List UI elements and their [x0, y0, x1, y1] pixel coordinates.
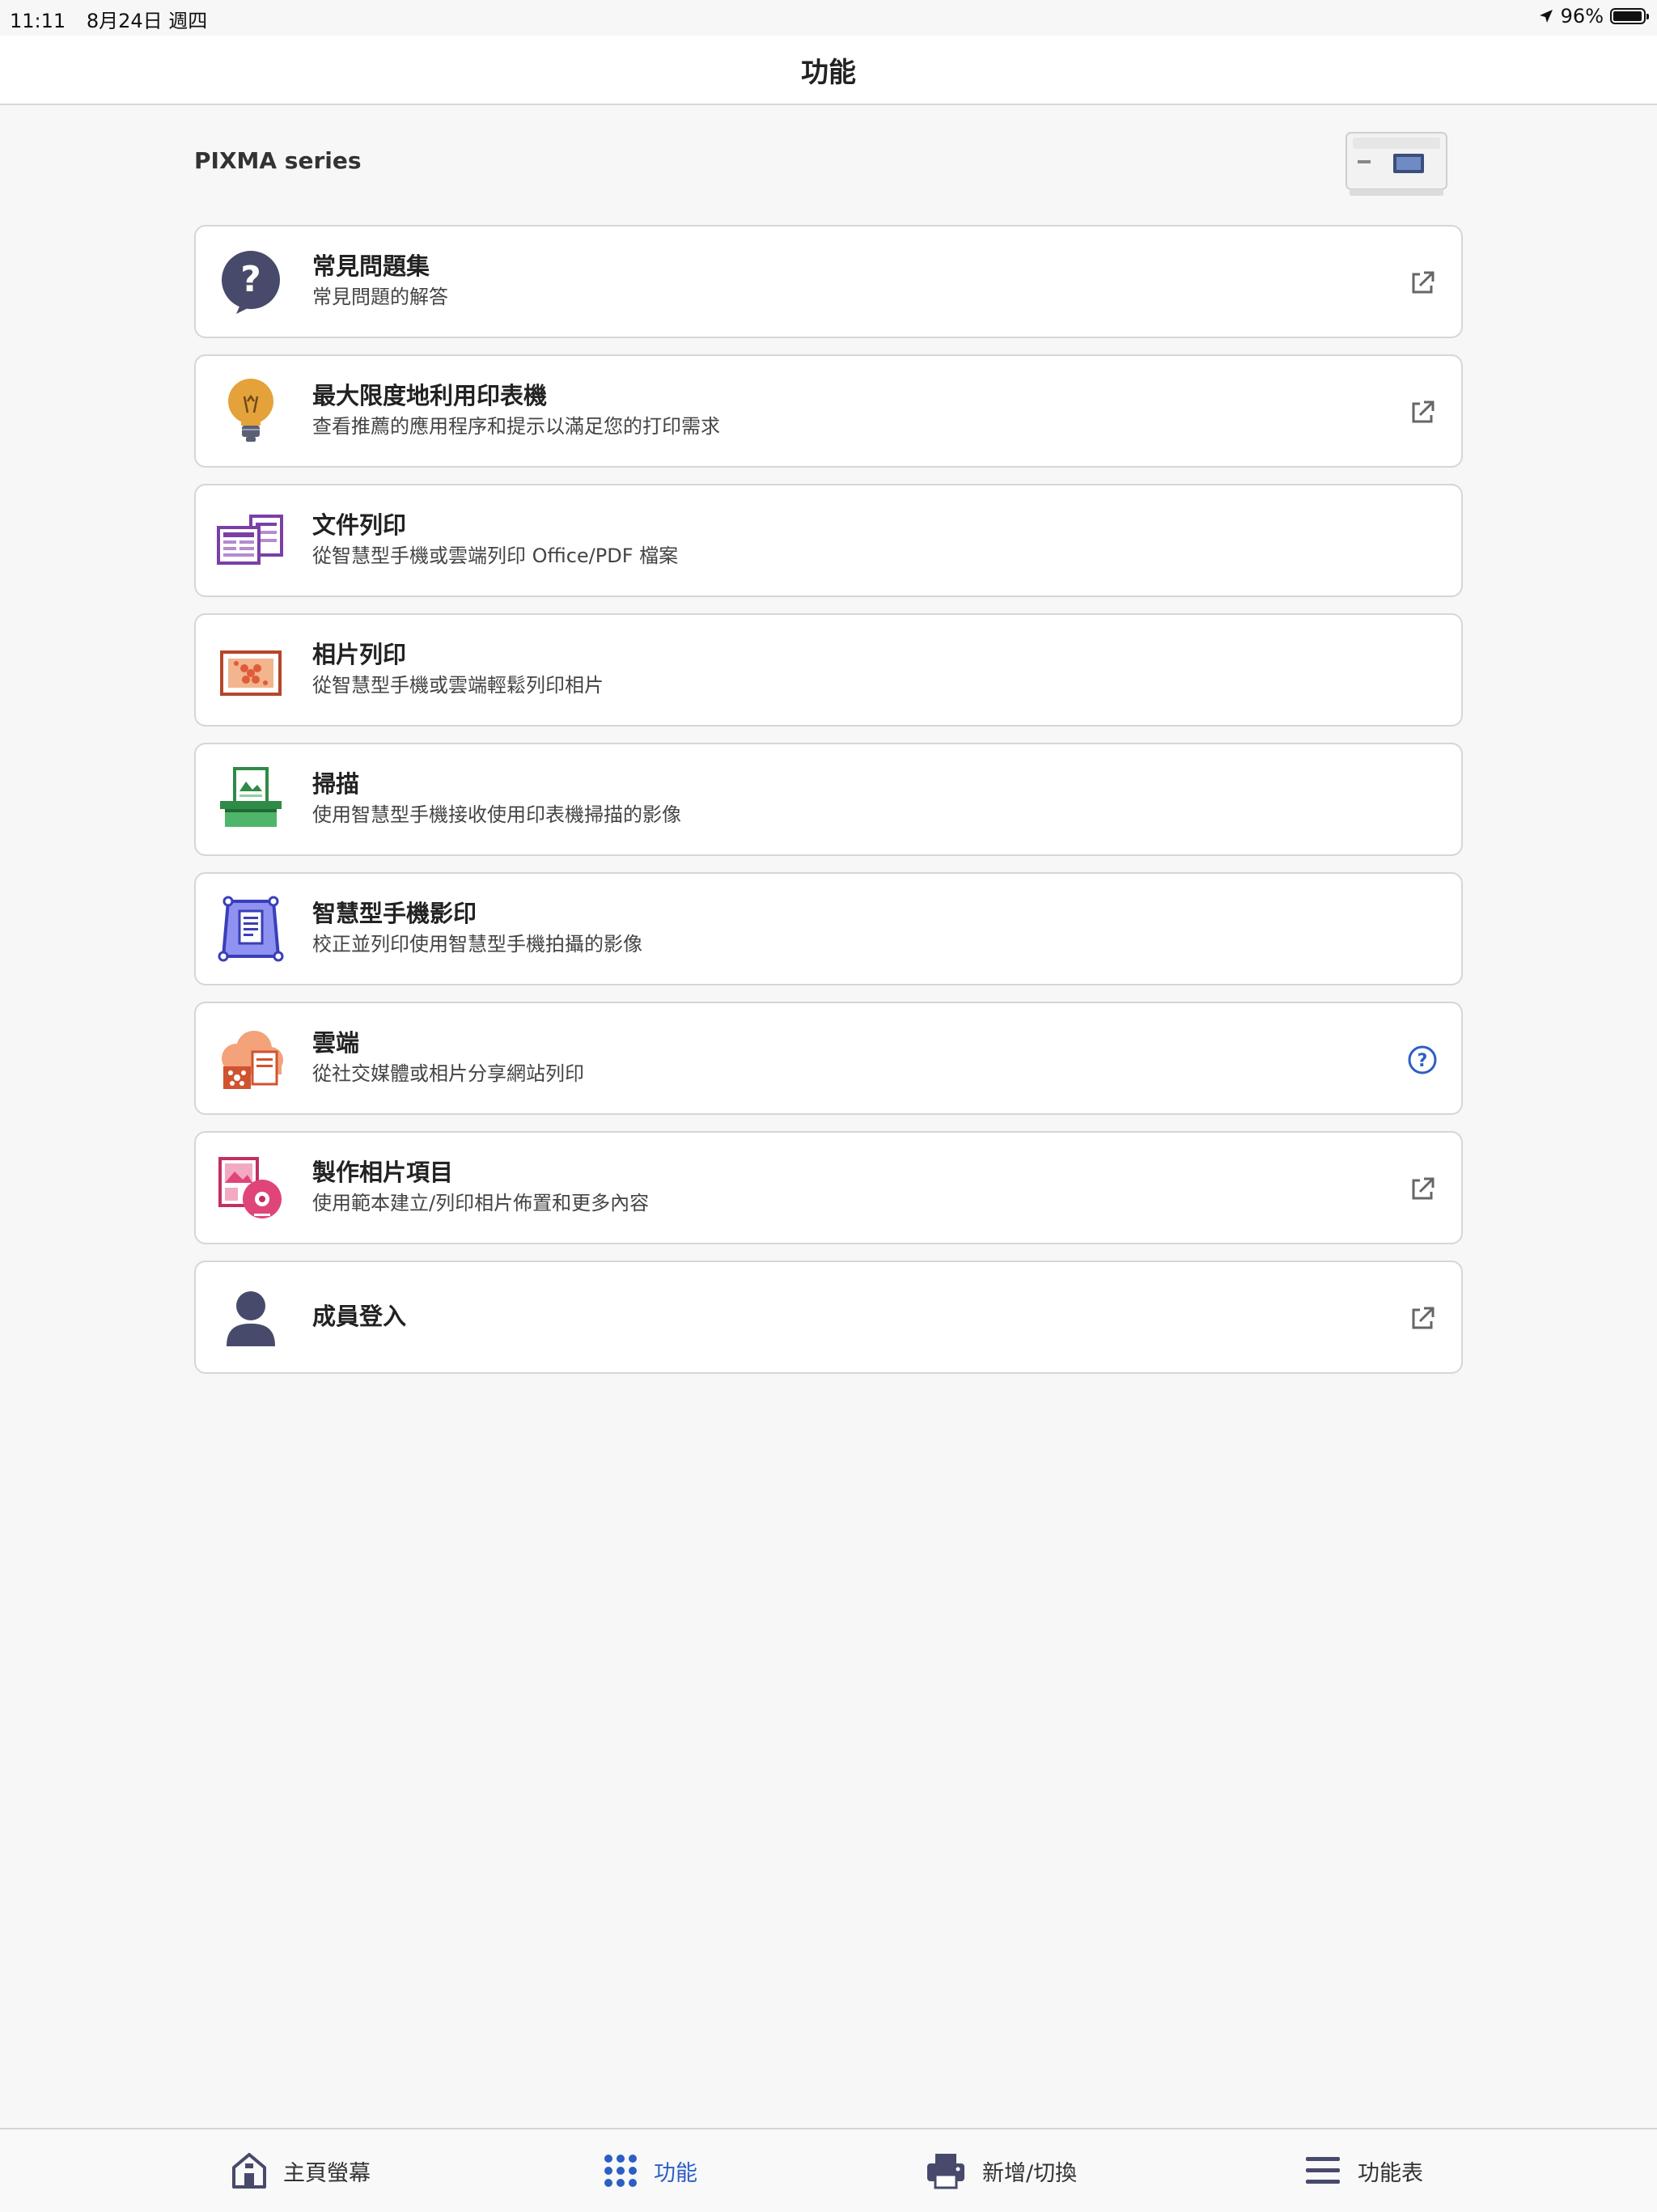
member-login-item[interactable]: 成員登入	[194, 1261, 1463, 1374]
help-icon[interactable]: ?	[1406, 1044, 1439, 1076]
faq-item[interactable]: ? 常見問題集 常見問題的解答	[194, 225, 1463, 338]
location-arrow-icon	[1539, 10, 1553, 23]
photo-project-texts: 製作相片項目 使用範本建立/列印相片佈置和更多內容	[312, 1157, 1348, 1217]
printer-tips-texts: 最大限度地利用印表機 查看推薦的應用程序和提示以滿足您的打印需求	[312, 380, 1348, 440]
photo-print-texts: 相片列印 從智慧型手機或雲端輕鬆列印相片	[312, 639, 1348, 699]
document-print-texts: 文件列印 從智慧型手機或雲端列印 Office/PDF 檔案	[312, 510, 1348, 570]
external-link-icon[interactable]	[1406, 396, 1439, 429]
status-right: 96%	[1538, 5, 1649, 28]
battery-icon	[1610, 8, 1649, 24]
smartphone-copy-texts: 智慧型手機影印 校正並列印使用智慧型手機拍攝的影像	[312, 898, 1348, 958]
status-time: 11:11	[10, 10, 66, 32]
printer-icon	[927, 2154, 964, 2189]
smartphone-copy-title: 智慧型手機影印	[312, 900, 477, 927]
menu-icon	[1306, 2157, 1340, 2184]
cloud-texts: 雲端 從社交媒體或相片分享網站列印	[312, 1028, 1348, 1087]
document-print-icon	[217, 515, 283, 565]
external-link-icon[interactable]	[1406, 1303, 1439, 1335]
tab-functions-label: 功能	[654, 2160, 697, 2186]
printer-tips-title: 最大限度地利用印表機	[312, 382, 548, 409]
member-login-texts: 成員登入	[312, 1301, 1348, 1332]
printer-name: PIXMA series	[194, 147, 362, 174]
svg-text:?: ?	[1418, 1051, 1428, 1071]
smartphone-copy-item[interactable]: 智慧型手機影印 校正並列印使用智慧型手機拍攝的影像	[194, 872, 1463, 985]
scan-subtitle: 使用智慧型手機接收使用印表機掃描的影像	[312, 803, 681, 826]
tab-home[interactable]: 主頁螢幕	[231, 2151, 371, 2191]
cloud-item[interactable]: 雲端 從社交媒體或相片分享網站列印 ?	[194, 1002, 1463, 1115]
navigation-bar: 功能	[0, 36, 1657, 105]
photo-project-subtitle: 使用範本建立/列印相片佈置和更多內容	[312, 1192, 650, 1214]
faq-texts: 常見問題集 常見問題的解答	[312, 251, 1348, 311]
tab-menu-label: 功能表	[1358, 2160, 1423, 2186]
photo-project-title: 製作相片項目	[312, 1159, 454, 1186]
status-date: 8月24日 週四	[86, 10, 208, 32]
external-link-icon[interactable]	[1406, 267, 1439, 299]
battery-percent: 96%	[1560, 5, 1604, 28]
document-print-subtitle: 從智慧型手機或雲端列印 Office/PDF 檔案	[312, 545, 679, 567]
tab-add-switch[interactable]: 新增/切換	[926, 2151, 1077, 2191]
photo-print-item[interactable]: 相片列印 從智慧型手機或雲端輕鬆列印相片	[194, 613, 1463, 727]
printer-header: PIXMA series	[194, 129, 1463, 210]
printer-tips-item[interactable]: 最大限度地利用印表機 查看推薦的應用程序和提示以滿足您的打印需求	[194, 354, 1463, 468]
tab-functions[interactable]: 功能	[604, 2151, 697, 2191]
battery-level-fill	[1613, 11, 1642, 21]
cloud-icon	[222, 1031, 283, 1089]
tab-bar: 主頁螢幕 功能 新增/切換 功能表	[0, 2128, 1657, 2212]
smartphone-copy-subtitle: 校正並列印使用智慧型手機拍攝的影像	[312, 933, 642, 956]
photo-project-item[interactable]: 製作相片項目 使用範本建立/列印相片佈置和更多內容	[194, 1131, 1463, 1244]
faq-icon: ?	[222, 251, 280, 314]
home-icon	[232, 2153, 266, 2189]
scan-item[interactable]: 掃描 使用智慧型手機接收使用印表機掃描的影像	[194, 743, 1463, 856]
photo-print-icon	[220, 650, 282, 696]
svg-text:?: ?	[240, 259, 261, 300]
smartphone-copy-icon	[218, 896, 284, 962]
grid-dots-icon	[604, 2155, 637, 2187]
faq-title: 常見問題集	[312, 252, 430, 280]
member-icon	[227, 1291, 275, 1346]
external-link-icon[interactable]	[1406, 1173, 1439, 1206]
document-print-item[interactable]: 文件列印 從智慧型手機或雲端列印 Office/PDF 檔案	[194, 484, 1463, 597]
page-title: 功能	[801, 56, 856, 89]
tab-menu[interactable]: 功能表	[1304, 2151, 1423, 2191]
tab-add-switch-label: 新增/切換	[982, 2160, 1078, 2186]
photo-project-icon	[218, 1157, 282, 1218]
photo-print-subtitle: 從智慧型手機或雲端輕鬆列印相片	[312, 674, 604, 697]
tab-home-label: 主頁螢幕	[283, 2160, 371, 2186]
printer-image	[1346, 132, 1447, 196]
cloud-title: 雲端	[312, 1029, 360, 1057]
cloud-subtitle: 從社交媒體或相片分享網站列印	[312, 1062, 584, 1085]
status-bar: 11:11 8月24日 週四 96%	[0, 0, 1657, 36]
scan-icon	[220, 767, 282, 827]
lightbulb-icon	[228, 379, 273, 442]
feature-list: ? 常見問題集 常見問題的解答 最大限度地利用印表機 查看推薦的應用程序和提示以…	[194, 225, 1463, 1390]
faq-subtitle: 常見問題的解答	[312, 286, 448, 308]
status-left: 11:11 8月24日 週四	[10, 5, 222, 33]
scan-texts: 掃描 使用智慧型手機接收使用印表機掃描的影像	[312, 769, 1348, 828]
document-print-title: 文件列印	[312, 511, 407, 539]
scan-title: 掃描	[312, 770, 360, 798]
printer-tips-subtitle: 查看推薦的應用程序和提示以滿足您的打印需求	[312, 415, 720, 438]
photo-print-title: 相片列印	[312, 641, 407, 668]
member-login-title: 成員登入	[312, 1303, 407, 1330]
